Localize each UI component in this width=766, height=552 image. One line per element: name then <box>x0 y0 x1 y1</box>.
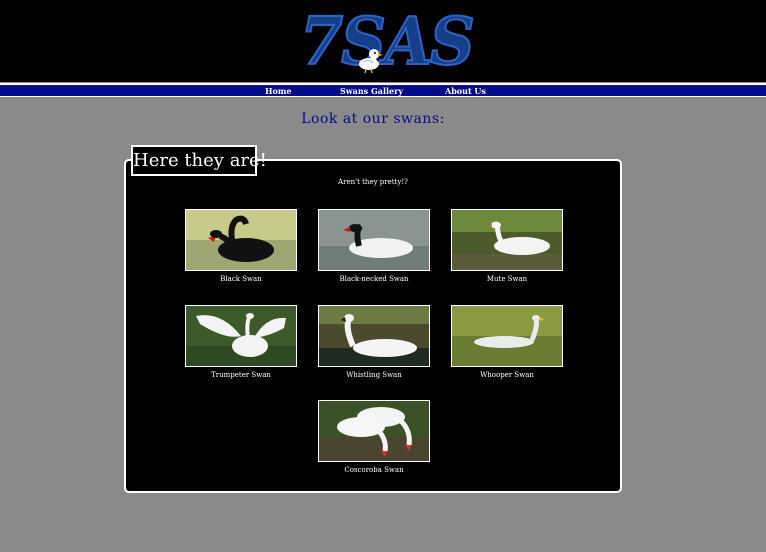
swan-caption: Black-necked Swan <box>339 275 409 283</box>
trumpeter-swan-photo[interactable] <box>185 305 297 367</box>
swan-card-coscoroba[interactable]: Coscoroba Swan <box>318 400 430 474</box>
swan-caption: Black Swan <box>220 275 262 283</box>
swan-card-black-necked[interactable]: Black-necked Swan <box>318 209 430 283</box>
duck-icon <box>359 49 383 74</box>
page-heading: Look at our swans: <box>301 111 445 127</box>
swan-card-trumpeter[interactable]: Trumpeter Swan <box>185 305 297 379</box>
swan-card-whooper[interactable]: Whooper Swan <box>451 305 563 379</box>
black-necked-swan-photo[interactable] <box>318 209 430 271</box>
swan-caption: Mute Swan <box>486 275 528 283</box>
swan-card-black[interactable]: Black Swan <box>185 209 297 283</box>
swan-caption: Coscoroba Swan <box>344 466 404 474</box>
panel-subtitle: Aren't they pretty!? <box>338 178 408 186</box>
panel-title: Here they are! <box>131 145 267 176</box>
swan-caption: Trumpeter Swan <box>211 371 271 379</box>
site-logo[interactable]: 7SAS <box>299 2 476 81</box>
swan-caption: Whistling Swan <box>346 371 402 379</box>
swan-card-whistling[interactable]: Whistling Swan <box>318 305 430 379</box>
swan-card-mute[interactable]: Mute Swan <box>451 209 563 283</box>
whooper-swan-photo[interactable] <box>451 305 563 367</box>
site-header: 7SAS <box>0 0 766 82</box>
coscoroba-swan-photo[interactable] <box>318 400 430 462</box>
swan-caption: Whooper Swan <box>480 371 534 379</box>
whistling-swan-photo[interactable] <box>318 305 430 367</box>
black-swan-photo[interactable] <box>185 209 297 271</box>
nav-divider-bottom <box>0 96 766 97</box>
mute-swan-photo[interactable] <box>451 209 563 271</box>
